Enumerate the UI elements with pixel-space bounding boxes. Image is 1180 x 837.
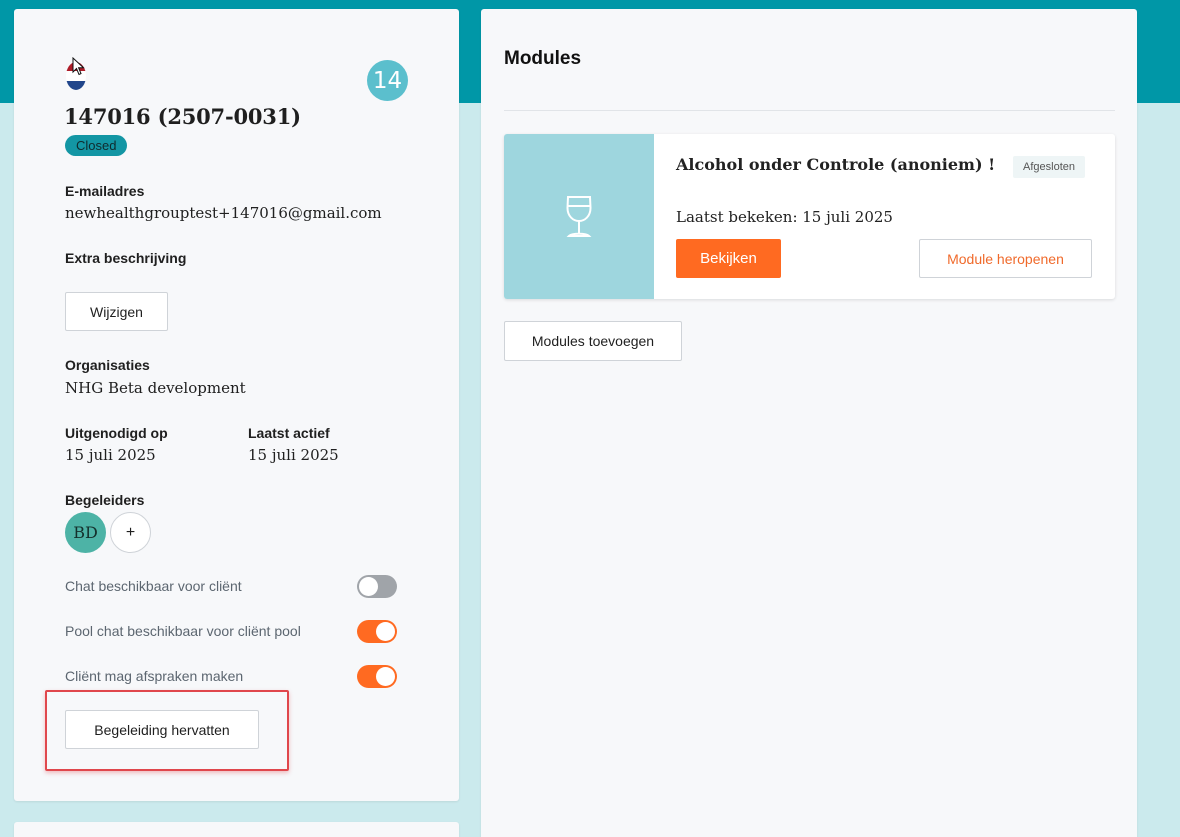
organisations-label: Organisaties — [65, 357, 150, 373]
email-value: newhealthgrouptest+147016@gmail.com — [65, 204, 382, 222]
reopen-module-button[interactable]: Module heropenen — [919, 239, 1092, 278]
supervisors-label: Begeleiders — [65, 492, 145, 508]
toggle-label-chat: Chat beschikbaar voor cliënt — [65, 578, 242, 594]
invited-date: 15 juli 2025 — [65, 446, 156, 464]
add-supervisor-button[interactable]: + — [110, 512, 151, 553]
chat-toggle[interactable] — [357, 575, 397, 598]
toggle-label-appointments: Cliënt mag afspraken maken — [65, 668, 244, 684]
edit-button[interactable]: Wijzigen — [65, 292, 168, 331]
module-last-viewed: Laatst bekeken: 15 juli 2025 — [676, 208, 893, 226]
client-id-title: 147016 (2507-0031) — [64, 104, 301, 129]
invited-label: Uitgenodigd op — [65, 425, 168, 441]
mouse-cursor-icon — [72, 57, 85, 76]
extra-description-label: Extra beschrijving — [65, 250, 187, 266]
module-title: Alcohol onder Controle (anoniem) ! — [676, 155, 996, 174]
module-status-badge: Afgesloten — [1013, 156, 1085, 178]
divider — [504, 110, 1115, 111]
last-active-date: 15 juli 2025 — [248, 446, 339, 464]
appointments-toggle[interactable] — [357, 665, 397, 688]
module-thumbnail — [504, 134, 654, 299]
supervisor-avatar[interactable]: BD — [65, 512, 106, 553]
wine-glass-icon — [566, 195, 592, 237]
count-badge: 14 — [367, 60, 408, 101]
modules-title: Modules — [504, 48, 582, 69]
toggle-label-pool-chat: Pool chat beschikbaar voor cliënt pool — [65, 623, 301, 639]
highlight-box — [45, 690, 289, 771]
organisation-value: NHG Beta development — [65, 379, 246, 397]
email-label: E-mailadres — [65, 183, 145, 199]
add-modules-button[interactable]: Modules toevoegen — [504, 321, 682, 361]
last-active-label: Laatst actief — [248, 425, 330, 441]
secondary-card — [14, 822, 459, 837]
view-module-button[interactable]: Bekijken — [676, 239, 781, 278]
pool-chat-toggle[interactable] — [357, 620, 397, 643]
status-badge: Closed — [65, 135, 128, 156]
